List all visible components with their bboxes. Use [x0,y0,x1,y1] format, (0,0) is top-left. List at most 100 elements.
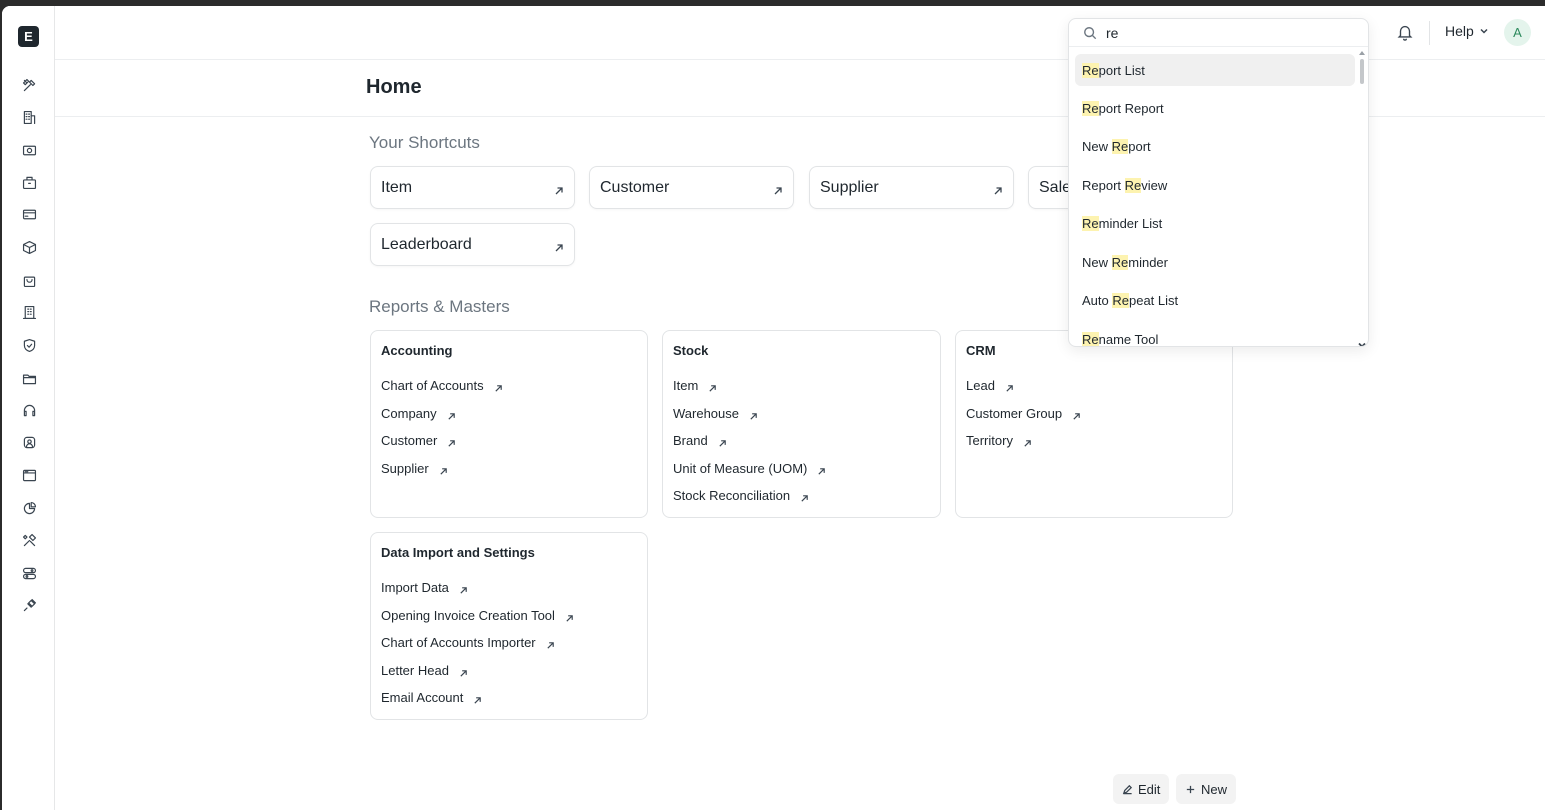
card-link[interactable]: Unit of Measure (UOM) [673,455,930,483]
arrow-up-right-icon [773,183,783,194]
shield-icon[interactable] [19,335,39,355]
card-link[interactable]: Chart of Accounts [381,372,637,400]
card-title: Data Import and Settings [381,545,535,560]
card-data-import-settings: Data Import and Settings Import Data Ope… [370,532,648,720]
search-result-item[interactable]: Re name Tool [1075,320,1355,346]
arrow-up-right-icon [447,436,456,447]
pie-chart-icon[interactable] [19,498,39,518]
reports-section-title: Reports & Masters [369,297,510,316]
users-icon[interactable] [19,432,39,452]
window-icon[interactable] [19,465,39,485]
link-label: Customer Group [966,405,1063,421]
arrow-up-right-icon [993,183,1003,194]
toggle-icon[interactable] [19,563,39,583]
link-label: Chart of Accounts Importer [381,635,536,651]
shortcut-leaderboard[interactable]: Leaderboard [370,223,575,266]
arrow-up-right-icon [1023,436,1032,447]
search-result-item[interactable]: Re minder List [1075,205,1355,244]
search-bar [1069,19,1368,47]
app-logo[interactable]: E [18,26,39,47]
search-result-item[interactable]: New Re port [1075,128,1355,167]
tools-icon[interactable] [19,75,39,95]
link-label: Email Account [381,690,464,706]
card-link[interactable]: Item [673,372,930,400]
money-icon[interactable] [19,140,39,160]
scroll-thumb[interactable] [1360,59,1364,84]
card-link[interactable]: Letter Head [381,657,637,685]
link-label: Import Data [381,580,449,596]
edit-icon [1122,784,1133,794]
card-link[interactable]: Company [381,400,637,428]
new-label: New [1201,781,1228,797]
link-label: Supplier [381,460,429,476]
card-link[interactable]: Brand [673,427,930,455]
scroll-up-arrow-icon[interactable] [1359,51,1365,55]
edit-button[interactable]: Edit [1113,774,1170,804]
page-title: Home [366,76,422,98]
search-results: Re port List Re port Report New Re port Rep… [1075,54,1355,346]
search-result-item[interactable]: New Re minder [1075,243,1355,282]
folder-icon[interactable] [19,368,39,388]
notification-bell-icon[interactable] [1396,23,1414,41]
link-label: Chart of Accounts [381,378,484,394]
link-label: Brand [673,433,708,449]
arrow-up-right-icon [546,638,555,649]
arrow-up-right-icon [554,183,564,194]
card-link[interactable]: Customer Group [966,400,1222,428]
user-avatar[interactable]: A [1504,19,1531,46]
shortcut-label: Leaderboard [381,235,472,253]
build-icon[interactable] [19,530,39,550]
arrow-up-right-icon [800,491,809,502]
card-link[interactable]: Import Data [381,574,637,602]
bag-icon[interactable] [19,270,39,290]
search-input[interactable] [1106,24,1346,41]
arrow-up-right-icon [708,381,717,392]
arrow-up-right-icon [718,436,727,447]
headset-icon[interactable] [19,400,39,420]
scroll-down-chevron-icon[interactable] [1358,336,1366,346]
card-link[interactable]: Warehouse [673,400,930,428]
search-result-item[interactable]: Report Re view [1075,166,1355,205]
card-link[interactable]: Territory [966,427,1222,455]
arrow-up-right-icon [459,666,468,677]
search-result-item[interactable]: Re port Report [1075,89,1355,128]
link-label: Unit of Measure (UOM) [673,460,808,476]
shortcut-customer[interactable]: Customer [589,166,794,209]
arrow-up-right-icon [473,693,482,704]
card-icon[interactable] [19,204,39,224]
results-scrollbar[interactable] [1357,49,1367,346]
app-window: E Help A Home Your Shortcuts Item Custom… [2,6,1545,810]
arrow-up-right-icon [817,464,826,475]
card-title: Accounting [381,343,453,358]
arrow-up-right-icon [554,240,564,251]
edit-label: Edit [1138,781,1161,797]
card-link[interactable]: Stock Reconciliation [673,482,930,510]
help-menu[interactable]: Help [1445,23,1490,39]
search-result-item[interactable]: Re port List [1075,54,1355,86]
chevron-down-icon [1480,28,1488,34]
arrow-up-right-icon [565,611,574,622]
card-link[interactable]: Chart of Accounts Importer [381,629,637,657]
building-icon[interactable] [19,107,39,127]
shortcut-supplier[interactable]: Supplier [809,166,1014,209]
help-label: Help [1445,23,1474,39]
integration-icon[interactable] [19,595,39,615]
link-label: Warehouse [673,405,739,421]
shortcut-label: Customer [600,178,670,196]
box-icon[interactable] [19,237,39,257]
link-label: Letter Head [381,662,449,678]
link-label: Company [381,405,437,421]
arrow-up-right-icon [1072,409,1081,420]
new-button[interactable]: New [1176,774,1237,804]
search-result-item[interactable]: Auto Re peat List [1075,282,1355,321]
briefcase-icon[interactable] [19,172,39,192]
card-link[interactable]: Email Account [381,684,637,712]
card-link[interactable]: Supplier [381,455,637,483]
card-link[interactable]: Lead [966,372,1222,400]
link-label: Territory [966,433,1013,449]
link-label: Lead [966,378,995,394]
shortcut-item[interactable]: Item [370,166,575,209]
card-link[interactable]: Customer [381,427,637,455]
office-icon[interactable] [19,302,39,322]
card-link[interactable]: Opening Invoice Creation Tool [381,602,637,630]
